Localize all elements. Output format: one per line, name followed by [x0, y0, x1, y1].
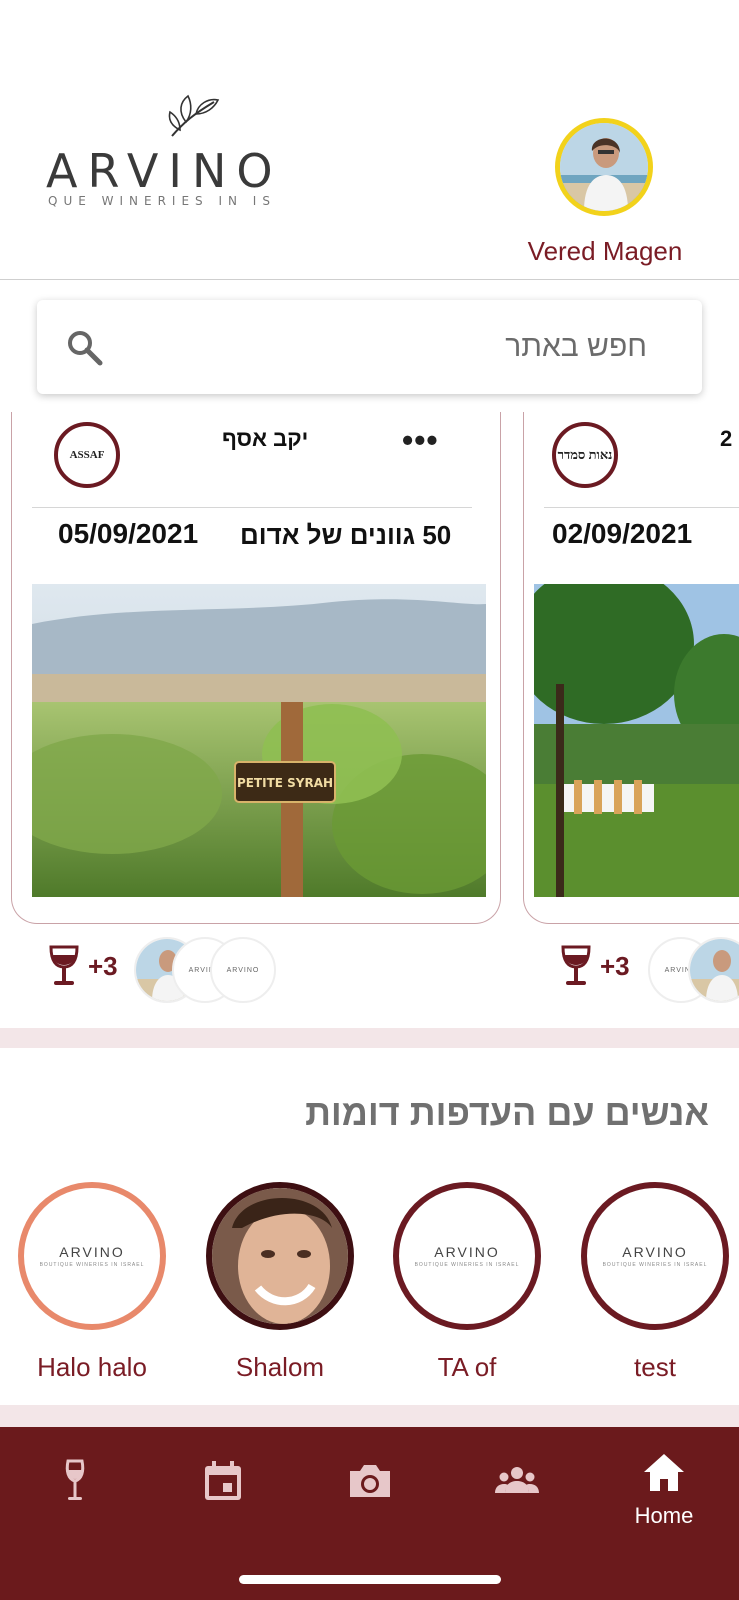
- wine-glass-icon: [49, 945, 79, 985]
- post-date: 05/09/2021: [58, 518, 199, 549]
- person-avatar[interactable]: ARVINO BOUTIQUE WINERIES IN ISRAEL: [18, 1182, 166, 1330]
- similar-people-title: אנשים עם העדפות דומות: [305, 1092, 709, 1133]
- nav-community[interactable]: [467, 1457, 567, 1547]
- post-card[interactable]: נאות סמדר 2 02/09/2021: [523, 412, 739, 924]
- home-icon: [644, 1454, 684, 1491]
- vine-leaf-icon: [168, 94, 220, 137]
- winery-logo[interactable]: נאות סמדר: [552, 422, 618, 488]
- posts-carousel[interactable]: ASSAF יקב אסף ••• 05/09/2021 50 גוונים ש…: [0, 412, 739, 1012]
- post-image[interactable]: PETITE SYRAH: [32, 584, 486, 897]
- person-avatar[interactable]: ARVINO BOUTIQUE WINERIES IN ISRAEL: [581, 1182, 729, 1330]
- post-card[interactable]: ASSAF יקב אסף ••• 05/09/2021 50 גוונים ש…: [11, 412, 501, 924]
- post-subtitle: 50 גוונים של אדום: [240, 520, 452, 550]
- more-options-icon[interactable]: •••: [402, 424, 439, 456]
- user-photo: [560, 123, 648, 211]
- search-input[interactable]: [137, 324, 647, 370]
- arvino-logo-word: ARVINO: [434, 1244, 500, 1260]
- app-screen: ARVINO QUE WINERIES IN IS Vered Magen חפ…: [0, 0, 739, 1600]
- post-reactions[interactable]: +3 ARVINO ARVINO: [48, 937, 288, 1007]
- reactor-avatar[interactable]: ARVINO: [210, 937, 276, 1003]
- section-separator: [0, 1405, 739, 1427]
- arvino-logo-tag: BOUTIQUE WINERIES IN ISRAEL: [414, 1262, 520, 1268]
- person-avatar[interactable]: [206, 1182, 354, 1330]
- people-icon: [495, 1467, 539, 1493]
- winery-logo-text: ASSAF: [69, 449, 105, 461]
- vineyard-photo: PETITE SYRAH: [32, 584, 486, 897]
- person-name: TA of: [437, 1352, 497, 1382]
- wine-glass-icon: [561, 945, 591, 985]
- arvino-logo-tag: BOUTIQUE WINERIES IN ISRAEL: [39, 1262, 145, 1268]
- arvino-logo-word: ARVINO: [59, 1244, 125, 1260]
- logo-wordmark: ARVINO: [46, 144, 283, 198]
- calendar-icon: [205, 1461, 241, 1500]
- winery-name[interactable]: 2: [720, 426, 732, 452]
- sign-text: PETITE SYRAH: [237, 776, 333, 790]
- reaction-count: +3: [600, 951, 630, 981]
- user-avatar[interactable]: [555, 118, 653, 216]
- nav-camera[interactable]: [320, 1457, 420, 1547]
- person-shalom[interactable]: Shalom: [205, 1182, 355, 1383]
- search-icon[interactable]: [65, 328, 105, 368]
- post-image[interactable]: [534, 584, 739, 897]
- person-name: Shalom: [235, 1352, 325, 1382]
- winery-logo-text: נאות סמדר: [557, 447, 613, 462]
- person-halo-halo[interactable]: ARVINO BOUTIQUE WINERIES IN ISRAEL Halo …: [17, 1182, 167, 1383]
- logo-tagline: QUE WINERIES IN IS: [48, 194, 276, 208]
- person-test[interactable]: ARVINO BOUTIQUE WINERIES IN ISRAEL test: [580, 1182, 730, 1383]
- person-avatar[interactable]: ARVINO BOUTIQUE WINERIES IN ISRAEL: [393, 1182, 541, 1330]
- home-indicator: [239, 1575, 501, 1584]
- post-date: 02/09/2021: [552, 518, 693, 549]
- top-header: ARVINO QUE WINERIES IN IS Vered Magen: [0, 0, 739, 280]
- arvino-logo-word: ARVINO: [622, 1244, 688, 1260]
- person-photo: [212, 1188, 348, 1324]
- section-separator: [0, 1028, 739, 1048]
- card-divider: [32, 507, 472, 508]
- nav-label: Home: [634, 1503, 694, 1528]
- wine-glass-icon: [65, 1459, 85, 1500]
- camera-icon: [350, 1465, 390, 1497]
- card-divider: [544, 507, 739, 508]
- person-ta-of[interactable]: ARVINO BOUTIQUE WINERIES IN ISRAEL TA of: [392, 1182, 542, 1383]
- nav-events[interactable]: [173, 1457, 273, 1547]
- bottom-nav: Home: [0, 1427, 739, 1600]
- post-reactions[interactable]: +3 ARVINO: [560, 937, 739, 1007]
- arvino-logo[interactable]: ARVINO QUE WINERIES IN IS: [46, 92, 346, 212]
- winery-name[interactable]: יקב אסף: [222, 426, 308, 452]
- winery-logo[interactable]: ASSAF: [54, 422, 120, 488]
- nav-home[interactable]: Home: [614, 1449, 714, 1539]
- user-name[interactable]: Vered Magen: [515, 236, 695, 267]
- reaction-count: +3: [88, 951, 118, 981]
- person-name: test: [634, 1352, 676, 1382]
- arvino-logo-tag: BOUTIQUE WINERIES IN ISRAEL: [602, 1262, 708, 1268]
- search-bar: [37, 300, 702, 394]
- vineyard-table-photo: [534, 584, 739, 897]
- nav-wines[interactable]: [25, 1457, 125, 1547]
- person-name: Halo halo: [37, 1352, 147, 1382]
